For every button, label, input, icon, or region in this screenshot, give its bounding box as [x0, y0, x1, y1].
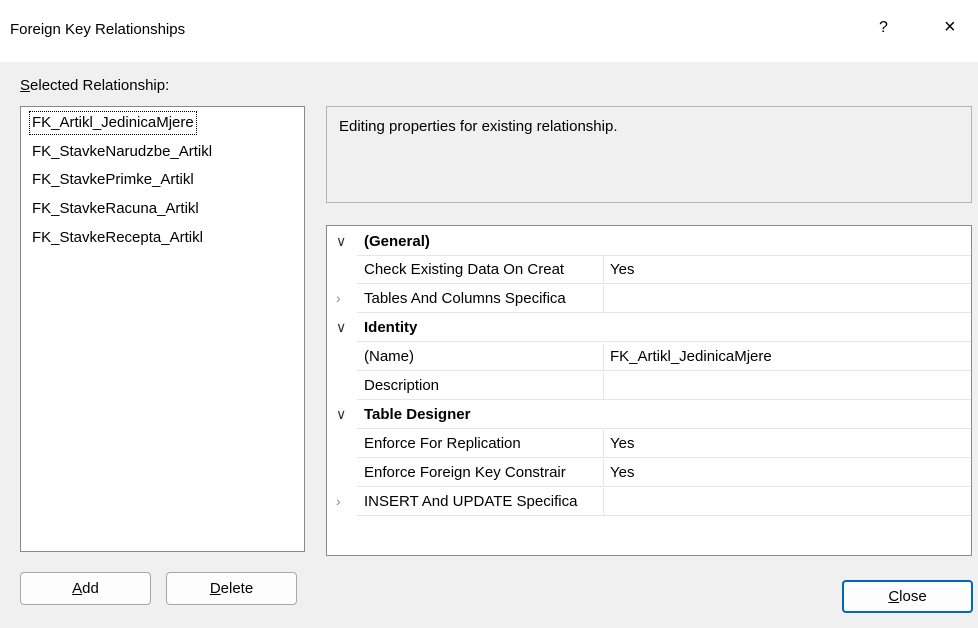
- chevron-down-icon[interactable]: ∨: [336, 406, 346, 423]
- property-name: INSERT And UPDATE Specifica: [357, 488, 604, 516]
- property-value[interactable]: Yes: [604, 459, 971, 487]
- close-mnemonic: C: [888, 588, 900, 605]
- relationship-item[interactable]: FK_StavkeRecepta_Artikl: [32, 227, 203, 249]
- property-row-description[interactable]: Description: [327, 372, 971, 401]
- category-identity[interactable]: ∨ Identity: [327, 314, 971, 343]
- chevron-right-icon[interactable]: ›: [336, 290, 341, 306]
- category-identity-label: Identity: [357, 314, 971, 342]
- property-value[interactable]: [604, 488, 971, 516]
- category-table-designer[interactable]: ∨ Table Designer: [327, 401, 971, 430]
- property-value[interactable]: Yes: [604, 430, 971, 458]
- property-value[interactable]: [604, 372, 971, 400]
- selected-relationship-label: Selected Relationship:: [20, 77, 169, 94]
- chevron-right-icon[interactable]: ›: [336, 493, 341, 509]
- close-button[interactable]: Close: [842, 580, 973, 613]
- close-icon[interactable]: ×: [944, 17, 956, 37]
- property-grid[interactable]: ∨ (General) Check Existing Data On Creat…: [326, 225, 972, 556]
- property-name: Description: [357, 372, 604, 400]
- property-name: Check Existing Data On Creat: [357, 256, 604, 284]
- category-general[interactable]: ∨ (General): [327, 228, 971, 257]
- category-general-label: (General): [357, 228, 971, 256]
- property-value[interactable]: [604, 285, 971, 313]
- title-bar: Foreign Key Relationships ? ×: [0, 0, 978, 62]
- add-button[interactable]: Add: [20, 572, 151, 605]
- relationship-list[interactable]: FK_Artikl_JedinicaMjere FK_StavkeNarudzb…: [20, 106, 305, 552]
- relationship-item[interactable]: FK_StavkeRacuna_Artikl: [32, 198, 199, 220]
- description-panel: Editing properties for existing relation…: [326, 106, 972, 203]
- selected-relationship-mnemonic: S: [20, 77, 31, 94]
- property-name: Tables And Columns Specifica: [357, 285, 604, 313]
- description-text: Editing properties for existing relation…: [339, 118, 618, 135]
- chevron-down-icon[interactable]: ∨: [336, 233, 346, 250]
- close-label: lose: [899, 588, 927, 605]
- selected-relationship-label-text: elected Relationship:: [30, 77, 170, 94]
- add-mnemonic: A: [72, 580, 83, 597]
- category-table-designer-label: Table Designer: [357, 401, 971, 429]
- window-title: Foreign Key Relationships: [10, 21, 186, 38]
- property-row-enforce-replication[interactable]: Enforce For Replication Yes: [327, 430, 971, 459]
- relationship-item[interactable]: FK_StavkePrimke_Artikl: [32, 169, 194, 191]
- property-row-enforce-fk[interactable]: Enforce Foreign Key Constrair Yes: [327, 459, 971, 488]
- delete-mnemonic: D: [209, 580, 221, 597]
- property-value[interactable]: FK_Artikl_JedinicaMjere: [604, 343, 971, 371]
- add-label: dd: [82, 580, 99, 597]
- property-row-name[interactable]: (Name) FK_Artikl_JedinicaMjere: [327, 343, 971, 372]
- property-row-insert-update[interactable]: › INSERT And UPDATE Specifica: [327, 488, 971, 517]
- chevron-down-icon[interactable]: ∨: [336, 319, 346, 336]
- relationship-item[interactable]: FK_StavkeNarudzbe_Artikl: [32, 141, 212, 163]
- property-name: Enforce Foreign Key Constrair: [357, 459, 604, 487]
- property-value[interactable]: Yes: [604, 256, 971, 284]
- property-row-check-existing[interactable]: Check Existing Data On Creat Yes: [327, 256, 971, 285]
- relationship-item-selected[interactable]: FK_Artikl_JedinicaMjere: [29, 111, 197, 135]
- property-name: Enforce For Replication: [357, 430, 604, 458]
- delete-button[interactable]: Delete: [166, 572, 297, 605]
- property-row-tables-columns[interactable]: › Tables And Columns Specifica: [327, 285, 971, 314]
- delete-label: elete: [220, 580, 254, 597]
- property-name: (Name): [357, 343, 604, 371]
- help-button[interactable]: ?: [879, 19, 888, 37]
